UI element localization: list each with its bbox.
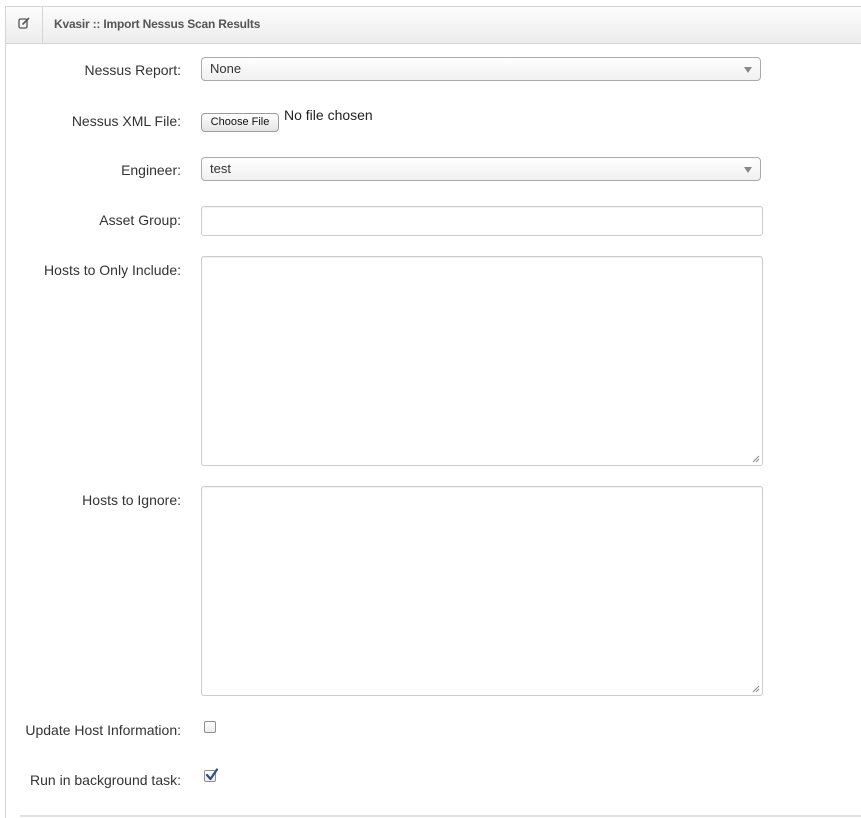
choose-file-button[interactable]: Choose File	[201, 113, 279, 132]
hosts-include-label: Hosts to Only Include:	[44, 262, 181, 278]
dropdown-arrow-icon	[744, 67, 752, 73]
asset-group-label: Asset Group:	[99, 212, 181, 228]
engineer-label: Engineer:	[121, 162, 181, 178]
run-background-checkbox[interactable]	[204, 768, 219, 782]
checkmark-icon	[205, 768, 219, 781]
header-icon-box	[6, 7, 43, 43]
resize-grip-icon[interactable]	[752, 455, 760, 463]
update-host-info-checkbox[interactable]	[204, 721, 216, 733]
dropdown-arrow-icon	[744, 167, 752, 173]
nessus-xml-file-label: Nessus XML File:	[71, 113, 181, 129]
resize-grip-icon[interactable]	[752, 685, 760, 693]
update-host-info-label: Update Host Information:	[25, 722, 181, 738]
engineer-value: test	[210, 161, 231, 176]
asset-group-input[interactable]	[201, 206, 763, 236]
hosts-ignore-textarea[interactable]	[201, 486, 763, 696]
nessus-report-label: Nessus Report:	[84, 62, 181, 78]
file-status-text: No file chosen	[284, 107, 373, 123]
engineer-select[interactable]: test	[201, 157, 761, 181]
nessus-report-select[interactable]: None	[201, 57, 761, 81]
run-background-label: Run in background task:	[30, 772, 181, 788]
edit-icon	[18, 16, 30, 34]
panel-header: Kvasir :: Import Nessus Scan Results	[6, 7, 861, 44]
hosts-ignore-label: Hosts to Ignore:	[82, 492, 181, 508]
panel-title: Kvasir :: Import Nessus Scan Results	[54, 17, 261, 31]
nessus-report-value: None	[210, 61, 242, 76]
page: Kvasir :: Import Nessus Scan Results Nes…	[0, 0, 861, 818]
hosts-include-textarea[interactable]	[201, 256, 763, 466]
